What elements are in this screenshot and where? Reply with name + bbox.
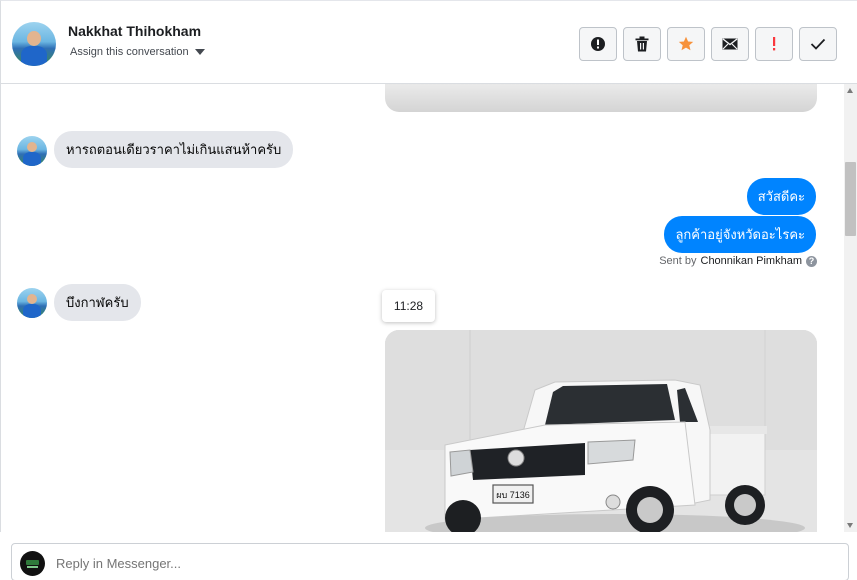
assign-conversation-dropdown[interactable]: Assign this conversation — [70, 46, 205, 58]
help-icon[interactable]: ? — [806, 255, 817, 267]
timestamp-tooltip: 11:28 — [382, 290, 435, 322]
envelope-icon — [722, 38, 738, 50]
trash-icon — [635, 36, 649, 52]
mark-unread-button[interactable] — [711, 27, 749, 61]
conversation-header: Nakkhat Thihokham Assign this conversati… — [0, 0, 857, 84]
assign-label: Assign this conversation — [70, 46, 189, 58]
pickup-truck-image-attachment[interactable]: ผบ 7136 — [385, 330, 817, 532]
message-thread[interactable]: หารถตอนเดียวราคาไม่เกินแสนห้าครับ สวัสดี… — [0, 84, 844, 532]
reply-input[interactable] — [56, 556, 756, 571]
scroll-up-arrow-icon[interactable] — [847, 88, 853, 93]
license-plate: ผบ 7136 — [496, 490, 530, 500]
message-composer[interactable] — [11, 543, 849, 580]
delete-button[interactable] — [623, 27, 661, 61]
sender-avatar[interactable] — [17, 288, 47, 318]
thread-scrollbar[interactable] — [844, 84, 857, 532]
contact-name[interactable]: Nakkhat Thihokham — [68, 23, 201, 39]
conversation-actions — [579, 27, 837, 61]
caret-down-icon — [194, 49, 205, 55]
scrollbar-thumb[interactable] — [845, 162, 856, 236]
follow-up-button[interactable] — [755, 27, 793, 61]
checkmark-icon — [810, 38, 826, 50]
scroll-down-arrow-icon[interactable] — [847, 523, 853, 528]
sent-by-prefix: Sent by — [659, 255, 697, 267]
outgoing-message[interactable]: ลูกค้าอยู่จังหวัดอะไรคะ — [664, 216, 816, 253]
previous-image-attachment[interactable] — [385, 84, 817, 112]
pickup-truck-photo: ผบ 7136 — [385, 330, 817, 532]
incoming-message[interactable]: บึงกาฬครับ — [54, 284, 141, 321]
sender-avatar[interactable] — [17, 136, 47, 166]
sent-by-label: Sent by Chonnikan Pimkham ? — [659, 255, 817, 267]
contact-avatar[interactable] — [12, 22, 56, 66]
sent-by-agent-name: Chonnikan Pimkham — [700, 255, 803, 267]
outgoing-message[interactable]: สวัสดีคะ — [746, 178, 816, 215]
exclamation-icon — [773, 37, 776, 51]
incoming-message[interactable]: หารถตอนเดียวราคาไม่เกินแสนห้าครับ — [54, 131, 294, 168]
mark-done-button[interactable] — [799, 27, 837, 61]
mark-spam-button[interactable] — [579, 27, 617, 61]
page-avatar — [20, 551, 45, 576]
star-icon — [678, 36, 694, 51]
star-button[interactable] — [667, 27, 705, 61]
alert-circle-icon — [591, 37, 605, 51]
